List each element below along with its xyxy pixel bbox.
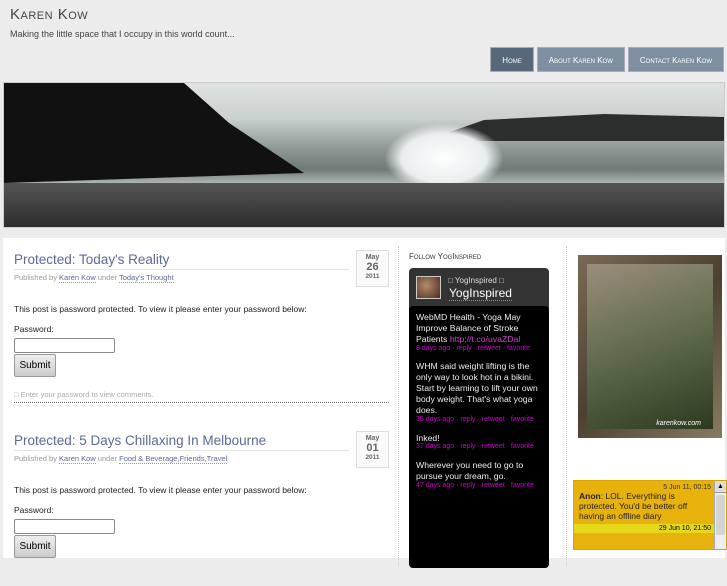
scroll-thumb[interactable]	[716, 495, 725, 535]
comment-icon: □	[14, 390, 19, 399]
post-meta: Published by Karen Kow under Food & Beve…	[14, 454, 389, 464]
tweet: Inked! 37 days ago · reply · retweet · fa…	[416, 433, 542, 453]
main-nav: Home About Karen Kow Contact Karen Kow	[490, 47, 724, 72]
post-date: May 01 2011	[356, 431, 389, 468]
twitter-header: □ YogInspired □ YogInspired	[409, 268, 549, 306]
tweet-actions[interactable]: 8 days ago · reply · retweet · favorite	[416, 345, 542, 354]
twitter-widget-title: Follow YogInspired	[409, 252, 482, 261]
post-meta: Published by Karen Kow under Today's Tho…	[14, 273, 389, 283]
twitter-widget: □ YogInspired □ YogInspired WebMD Health…	[409, 268, 549, 568]
meta-label: Published by	[14, 273, 57, 282]
divider	[398, 246, 399, 566]
shout-time: 5 Jun 11, 00:15	[663, 484, 711, 491]
meta-label: Published by	[14, 454, 57, 463]
tweet-list: WebMD Health - Yoga May Improve Balance …	[409, 306, 549, 568]
submit-button[interactable]: Submit	[14, 354, 56, 377]
post-title[interactable]: Protected: 5 Days Chillaxing In Melbourn…	[14, 431, 349, 451]
date-month: May	[365, 435, 380, 442]
author-link[interactable]: Karen Kow	[59, 454, 96, 464]
tweet: WebMD Health - Yoga May Improve Balance …	[416, 312, 542, 353]
comments-note: □ Enter your password to view comments.	[14, 390, 389, 403]
category-link[interactable]: Today's Thought	[118, 273, 174, 283]
shout-entry: 29 Jun 10, 21:50	[574, 524, 716, 533]
date-year: 2011	[365, 273, 380, 280]
profile-photo: karenkow.com	[587, 264, 713, 429]
protected-message: This post is password protected. To view…	[14, 485, 307, 495]
site-tagline: Making the little space that I occupy in…	[10, 29, 235, 39]
twitter-username[interactable]: YogInspired	[449, 286, 512, 301]
post-title[interactable]: Protected: Today's Reality	[14, 250, 349, 270]
shoutbox-scrollbar[interactable]: ▲	[714, 481, 726, 549]
username: YogInspired	[454, 276, 497, 285]
date-day: 26	[366, 261, 379, 273]
tweet-actions[interactable]: 47 days ago · reply · retweet · favorite	[416, 482, 542, 491]
nav-contact[interactable]: Contact Karen Kow	[627, 47, 724, 72]
scroll-up-icon[interactable]: ▲	[715, 481, 726, 493]
tweet: Wherever you need to go to pursue your d…	[416, 460, 542, 491]
date-month: May	[365, 254, 380, 261]
shout-time: 29 Jun 10, 21:50	[658, 525, 711, 532]
password-input[interactable]	[14, 338, 115, 353]
tweet-text: Wherever you need to go to pursue your d…	[416, 460, 524, 481]
submit-button[interactable]: Submit	[14, 535, 56, 558]
post: Protected: Today's Reality Published by …	[14, 250, 389, 403]
banner-cliff	[4, 83, 304, 183]
password-label: Password:	[14, 505, 54, 515]
comments-text: Enter your password to view comments.	[20, 390, 154, 399]
shout-entry: 5 Jun 11, 00:15 Anon: LOL. Everything is …	[574, 481, 716, 524]
password-label: Password:	[14, 324, 54, 334]
tweet-text: Inked!	[416, 432, 440, 443]
site-title[interactable]: Karen Kow	[10, 6, 88, 23]
tweet: WHM said weight lifting is the only way …	[416, 361, 542, 424]
nav-home[interactable]: Home	[490, 47, 534, 72]
avatar[interactable]	[416, 276, 441, 299]
shoutbox: 5 Jun 11, 00:15 Anon: LOL. Everything is …	[573, 480, 727, 550]
tweet-actions[interactable]: 35 days ago · reply · retweet · favorite	[416, 416, 542, 425]
category-link[interactable]: Food & Beverage,Friends,Travel	[119, 454, 228, 464]
date-year: 2011	[365, 454, 380, 461]
date-day: 01	[366, 442, 379, 454]
meta-label: under	[97, 273, 118, 282]
divider	[566, 246, 567, 566]
post: Protected: 5 Days Chillaxing In Melbourn…	[14, 431, 389, 558]
tweet-actions[interactable]: 37 days ago · reply · retweet · favorite	[416, 443, 542, 452]
nav-about[interactable]: About Karen Kow	[536, 47, 625, 72]
meta-label: under	[97, 454, 118, 463]
header-banner-image	[3, 82, 725, 228]
author-link[interactable]: Karen Kow	[59, 273, 96, 283]
protected-message: This post is password protected. To view…	[14, 304, 307, 314]
post-date: May 26 2011	[356, 250, 389, 287]
tweet-text: WHM said weight lifting is the only way …	[416, 361, 538, 415]
content-area: Protected: Today's Reality Published by …	[3, 238, 727, 568]
photo-watermark: karenkow.com	[656, 420, 701, 427]
banner-beach	[4, 183, 724, 227]
tweet-link[interactable]: http://t.co/uvaZDal	[450, 334, 521, 344]
twitter-username-small: □ YogInspired □	[448, 276, 504, 285]
shout-author: Anon	[579, 491, 601, 501]
post-list: Protected: Today's Reality Published by …	[14, 250, 389, 586]
password-input[interactable]	[14, 519, 115, 534]
photo-frame: karenkow.com	[578, 255, 722, 438]
